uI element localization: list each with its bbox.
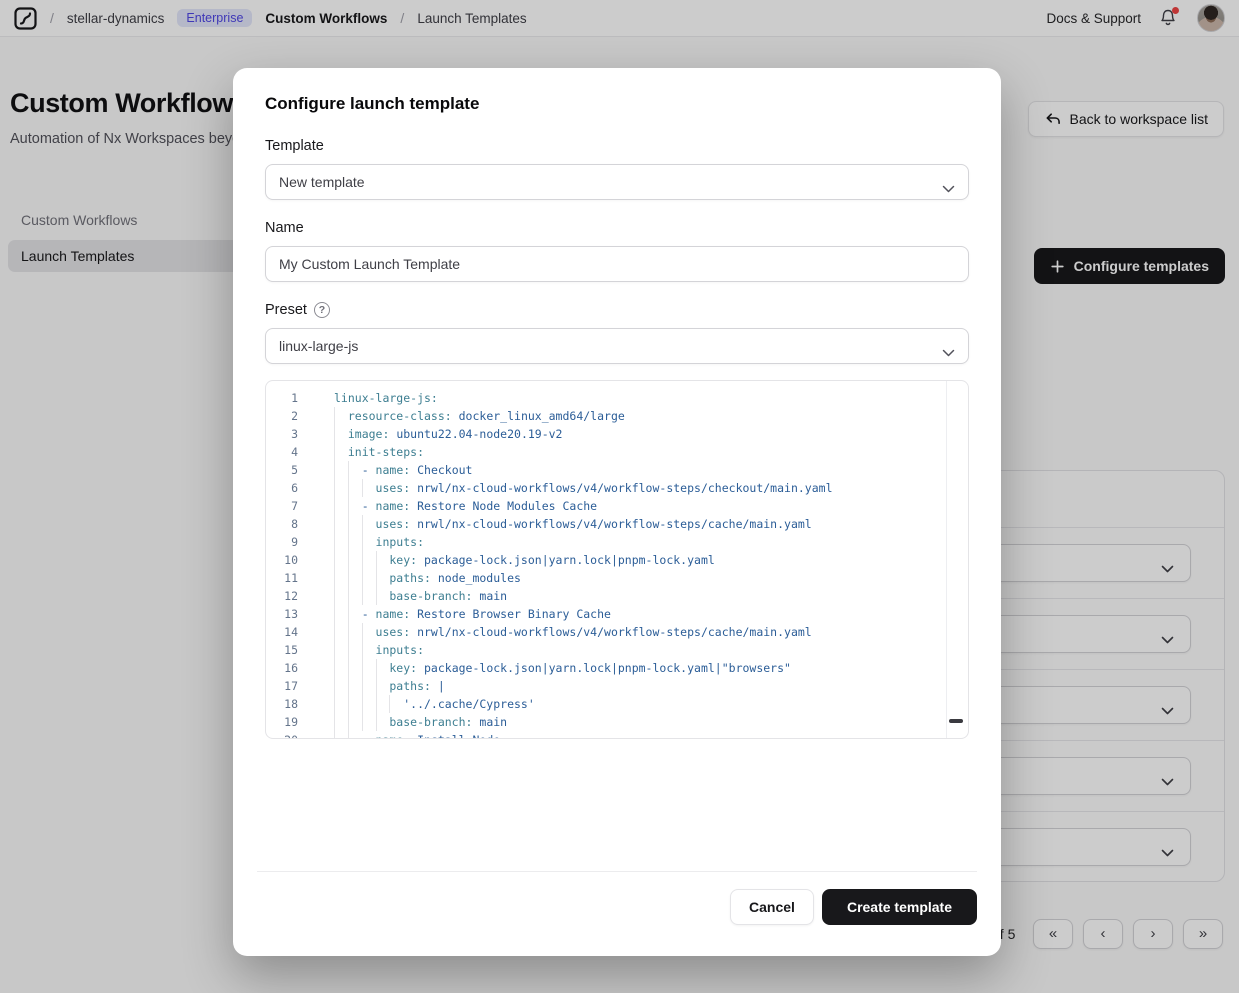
template-select[interactable]: New template <box>265 164 969 200</box>
preset-label-text: Preset <box>265 302 307 318</box>
chevron-down-icon <box>942 344 955 362</box>
preset-help-icon[interactable]: ? <box>314 302 330 318</box>
name-field-label: Name <box>265 220 969 236</box>
cancel-button[interactable]: Cancel <box>730 889 814 925</box>
create-template-button[interactable]: Create template <box>822 889 977 925</box>
configure-launch-template-modal: Configure launch template Template New t… <box>233 68 1001 956</box>
editor-scrollbar-thumb[interactable] <box>949 719 963 723</box>
yaml-code-editor[interactable]: 1linux-large-js:2 resource-class: docker… <box>265 380 969 739</box>
name-input-wrap <box>265 246 969 282</box>
template-field-label: Template <box>265 138 969 154</box>
app-root: / stellar-dynamics Enterprise Custom Wor… <box>0 0 1239 993</box>
preset-select[interactable]: linux-large-js <box>265 328 969 364</box>
editor-scrollbar-track <box>946 381 947 738</box>
chevron-down-icon <box>942 180 955 198</box>
template-select-value: New template <box>279 174 365 190</box>
preset-field-label: Preset ? <box>265 302 969 318</box>
name-input[interactable] <box>266 247 968 281</box>
modal-footer: Cancel Create template <box>257 871 977 925</box>
code-editor-content: 1linux-large-js:2 resource-class: docker… <box>266 389 968 739</box>
modal-title: Configure launch template <box>265 94 969 114</box>
preset-select-value: linux-large-js <box>279 338 358 354</box>
